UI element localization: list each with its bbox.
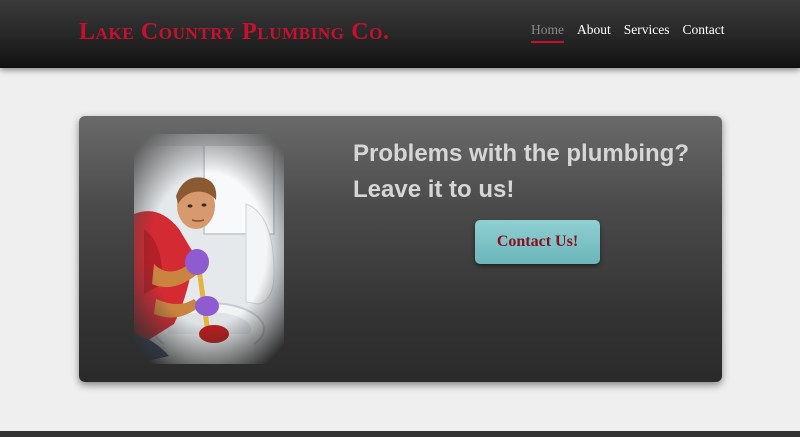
page-footer-bar [0, 431, 800, 437]
hero-banner: Problems with the plumbing? Leave it to … [79, 116, 722, 382]
site-header: Lake Country Plumbing Co. Home About Ser… [0, 0, 800, 68]
hero-headline-line1: Problems with the plumbing? [353, 140, 689, 167]
nav-about-link[interactable]: About [577, 22, 611, 43]
nav-home-link[interactable]: Home [531, 22, 564, 43]
main-nav: Home About Services Contact [531, 22, 737, 43]
hero-headline-line2: Leave it to us! [353, 176, 515, 203]
hero-headline: Problems with the plumbing? Leave it to … [353, 136, 713, 208]
site-logo[interactable]: Lake Country Plumbing Co. [79, 19, 390, 46]
plumber-photo [134, 134, 284, 364]
nav-services-link[interactable]: Services [624, 22, 670, 43]
nav-contact-link[interactable]: Contact [682, 22, 724, 43]
contact-us-button[interactable]: Contact Us! [475, 220, 600, 264]
